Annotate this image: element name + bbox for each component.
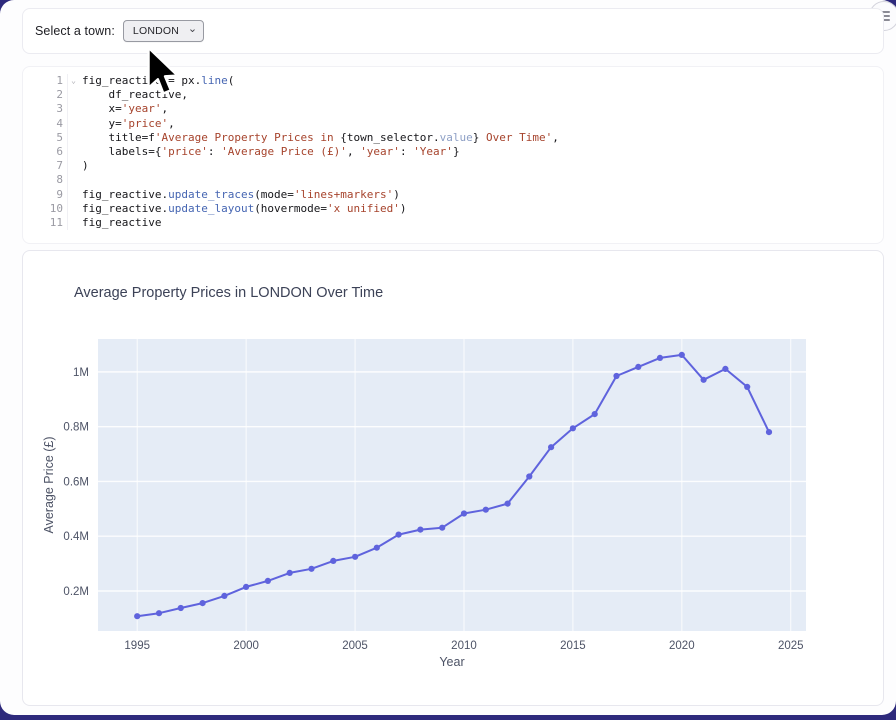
code-line: 10 fig_reactive.update_layout(hovermode='…	[29, 202, 873, 216]
x-tick-label: 1995	[124, 640, 150, 652]
x-tick-label: 2000	[233, 640, 259, 652]
code-text: y='price',	[82, 117, 175, 131]
data-point-marker	[592, 411, 598, 417]
data-point-marker	[461, 510, 467, 516]
data-point-marker	[505, 501, 511, 507]
data-point-marker	[374, 545, 380, 551]
data-point-marker	[439, 525, 445, 531]
x-tick-label: 2005	[342, 640, 368, 652]
line-number: 8	[29, 173, 68, 187]
code-line: 9 fig_reactive.update_traces(mode='lines+…	[29, 188, 873, 202]
line-number: 1⌄	[29, 74, 68, 88]
y-tick-label: 0.4M	[63, 531, 89, 543]
data-point-marker	[722, 366, 728, 372]
x-tick-label: 2025	[778, 640, 804, 652]
code-text: fig_reactive.update_layout(hovermode='x …	[82, 202, 407, 216]
town-select-dropdown[interactable]: LONDON ⌄	[123, 20, 204, 42]
data-point-marker	[134, 613, 140, 619]
y-tick-label: 0.8M	[63, 422, 89, 434]
data-point-marker	[657, 355, 663, 361]
data-point-marker	[613, 373, 619, 379]
code-text: fig_reactive	[82, 216, 161, 230]
code-line: 7)	[29, 159, 873, 173]
y-tick-label: 0.2M	[63, 586, 89, 598]
data-point-marker	[200, 600, 206, 606]
data-point-marker	[635, 364, 641, 370]
data-point-marker	[483, 507, 489, 513]
mouse-cursor-icon	[146, 44, 180, 106]
x-axis-title: Year	[439, 655, 464, 669]
data-point-marker	[701, 377, 707, 383]
x-tick-label: 2020	[669, 640, 695, 652]
data-point-marker	[679, 352, 685, 358]
data-point-marker	[548, 444, 554, 450]
chart-title: Average Property Prices in LONDON Over T…	[74, 285, 383, 301]
code-text: labels={'price': 'Average Price (£)', 'y…	[82, 145, 460, 159]
data-point-marker	[570, 425, 576, 431]
chevron-down-icon: ⌄	[188, 22, 197, 35]
line-number: 11	[29, 216, 68, 230]
data-point-marker	[178, 605, 184, 611]
line-number: 6	[29, 145, 68, 159]
data-point-marker	[330, 558, 336, 564]
code-text: )	[82, 159, 89, 173]
code-line: 11 fig_reactive	[29, 216, 873, 230]
y-axis-title: Average Price (£)	[42, 436, 56, 533]
line-number: 10	[29, 202, 68, 216]
y-tick-label: 0.6M	[63, 476, 89, 488]
town-select-value: LONDON	[133, 25, 179, 37]
line-number: 5	[29, 131, 68, 145]
data-point-marker	[744, 384, 750, 390]
code-line: 6 labels={'price': 'Average Price (£)', …	[29, 145, 873, 159]
code-fold-icon[interactable]: ⌄	[71, 74, 76, 88]
code-line: 8	[29, 173, 873, 187]
code-text: fig_reactive.update_traces(mode='lines+m…	[82, 188, 400, 202]
data-point-marker	[156, 610, 162, 616]
output-cell: Average Property Prices in LONDON Over T…	[22, 250, 884, 706]
line-number: 3	[29, 102, 68, 116]
x-tick-label: 2010	[451, 640, 477, 652]
x-tick-label: 2015	[560, 640, 586, 652]
data-point-marker	[352, 554, 358, 560]
data-point-marker	[766, 429, 772, 435]
code-line: 5 title=f'Average Property Prices in {to…	[29, 131, 873, 145]
plot-area	[98, 339, 806, 631]
data-point-marker	[526, 473, 532, 479]
data-point-marker	[287, 570, 293, 576]
data-point-marker	[417, 527, 423, 533]
line-number: 9	[29, 188, 68, 202]
line-number: 7	[29, 159, 68, 173]
town-select-label: Select a town:	[35, 24, 115, 38]
data-point-marker	[221, 593, 227, 599]
code-text: title=f'Average Property Prices in {town…	[82, 131, 559, 145]
code-line: 4 y='price',	[29, 117, 873, 131]
data-point-marker	[265, 578, 271, 584]
plotly-chart[interactable]: Average Property Prices in LONDON Over T…	[23, 251, 883, 691]
line-number: 2	[29, 88, 68, 102]
notebook-sheet: Select a town: LONDON ⌄ 1⌄fig_reactive =…	[0, 0, 896, 715]
data-point-marker	[396, 532, 402, 538]
line-number: 4	[29, 117, 68, 131]
y-tick-label: 1M	[73, 367, 89, 379]
data-point-marker	[308, 566, 314, 572]
data-point-marker	[243, 584, 249, 590]
